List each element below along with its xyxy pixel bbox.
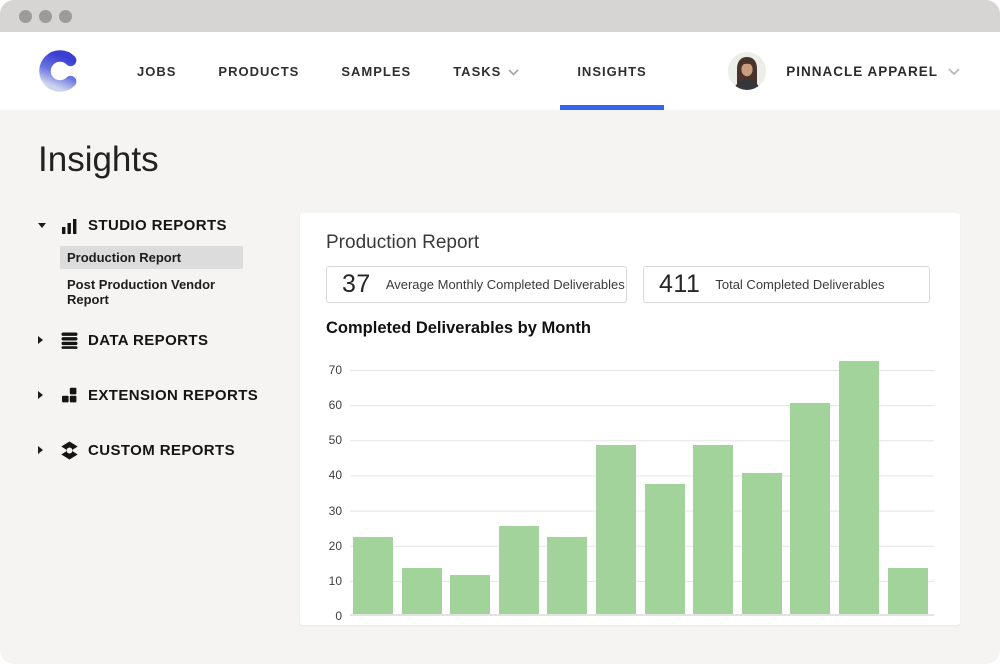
window-maximize-button[interactable] [59,10,72,23]
y-axis-tick-label: 20 [329,540,342,552]
window-close-button[interactable] [19,10,32,23]
sidebar-section-label: EXTENSION REPORTS [88,387,258,404]
nav-item-jobs[interactable]: JOBS [136,32,177,110]
chevron-down-icon [508,64,519,79]
stat-value: 411 [659,270,700,299]
y-axis-tick-label: 10 [329,575,342,587]
stat-label: Total Completed Deliverables [715,277,884,292]
avatar[interactable] [728,52,766,90]
chart-bar[interactable] [547,537,587,614]
chart-bar[interactable] [790,403,830,614]
nav-item-products[interactable]: PRODUCTS [217,32,300,110]
chart-title: Completed Deliverables by Month [326,319,934,338]
nav-item-label: TASKS [453,64,501,79]
chart-bar[interactable] [450,575,490,614]
nav-item-insights[interactable]: INSIGHTS [560,32,663,110]
sidebar-section-header[interactable]: CUSTOM REPORTS [38,439,300,461]
account-name[interactable]: PINNACLE APPAREL [786,64,960,79]
y-axis-tick-label: 60 [329,399,342,411]
chart-bar[interactable] [839,361,879,614]
blocks-icon [60,386,79,405]
bar-chart-icon [60,216,79,235]
nav-item-samples[interactable]: SAMPLES [340,32,412,110]
window-titlebar [0,0,1000,32]
chart-bar[interactable] [596,445,636,614]
chart-plot-area [350,370,934,616]
sidebar-section-header[interactable]: EXTENSION REPORTS [38,384,300,406]
chart-y-axis: 010203040506070 [326,370,342,616]
chevron-down-icon [948,68,960,75]
y-axis-tick-label: 70 [329,364,342,376]
stat-box: 411 Total Completed Deliverables [643,266,930,303]
caret-right-icon[interactable] [38,336,52,344]
stats-row: 37 Average Monthly Completed Deliverables… [326,266,934,303]
window-minimize-button[interactable] [39,10,52,23]
y-axis-tick-label: 50 [329,434,342,446]
nav-item-label: PRODUCTS [218,64,299,79]
sidebar-section-studio-reports: STUDIO REPORTS Production Report Post Prod… [38,214,300,311]
app-window: JOBS PRODUCTS SAMPLES TASKS INSIGHTS PINNACL… [0,0,1000,664]
top-navbar: JOBS PRODUCTS SAMPLES TASKS INSIGHTS PINNACL… [0,32,1000,110]
caret-right-icon[interactable] [38,446,52,454]
stat-value: 37 [342,270,371,299]
caret-right-icon[interactable] [38,391,52,399]
sidebar-item-post-production-vendor-report[interactable]: Post Production Vendor Report [60,273,243,311]
logo-c-icon [38,49,82,93]
sidebar-section-label: STUDIO REPORTS [88,217,227,234]
gear-icon [60,441,79,460]
chart-bar[interactable] [693,445,733,614]
sidebar: Insights STUDIO REPORTS Production Report… [0,110,300,664]
sidebar-section-data-reports: DATA REPORTS [38,329,300,384]
sidebar-section-label: DATA REPORTS [88,332,208,349]
chart-bar[interactable] [402,568,442,614]
database-icon [60,331,79,350]
sidebar-section-custom-reports: CUSTOM REPORTS [38,439,300,494]
avatar-portrait-icon [728,52,766,90]
sidebar-section-extension-reports: EXTENSION REPORTS [38,384,300,439]
chart-bar[interactable] [499,526,539,614]
nav-item-label: SAMPLES [341,64,411,79]
nav-item-label: INSIGHTS [577,64,646,79]
y-axis-tick-label: 0 [335,610,342,622]
sidebar-section-items: Production Report Post Production Vendor … [60,246,300,311]
chart-bar[interactable] [353,537,393,614]
sidebar-section-label: CUSTOM REPORTS [88,442,235,459]
nav-item-tasks[interactable]: TASKS [452,32,520,110]
chart-bar[interactable] [645,484,685,614]
nav-item-label: JOBS [137,64,176,79]
main-panel: Production Report 37 Average Monthly Comp… [300,110,1000,664]
sidebar-section-header[interactable]: DATA REPORTS [38,329,300,351]
account-menu[interactable]: PINNACLE APPAREL [728,32,960,110]
stat-box: 37 Average Monthly Completed Deliverables [326,266,627,303]
bar-chart: 010203040506070 [326,370,934,616]
report-card: Production Report 37 Average Monthly Comp… [300,213,960,625]
primary-nav: JOBS PRODUCTS SAMPLES TASKS INSIGHTS [136,32,664,110]
app-logo[interactable] [38,32,82,110]
y-axis-tick-label: 30 [329,505,342,517]
sidebar-item-production-report[interactable]: Production Report [60,246,243,269]
page-title: Insights [38,140,300,180]
caret-down-icon[interactable] [38,223,52,228]
account-name-label: PINNACLE APPAREL [786,64,938,79]
stat-label: Average Monthly Completed Deliverables [386,277,625,292]
chart-bar[interactable] [742,473,782,614]
chart-bar[interactable] [888,568,928,614]
content-area: Insights STUDIO REPORTS Production Report… [0,110,1000,664]
report-title: Production Report [326,232,934,254]
y-axis-tick-label: 40 [329,469,342,481]
sidebar-section-header[interactable]: STUDIO REPORTS [38,214,300,236]
